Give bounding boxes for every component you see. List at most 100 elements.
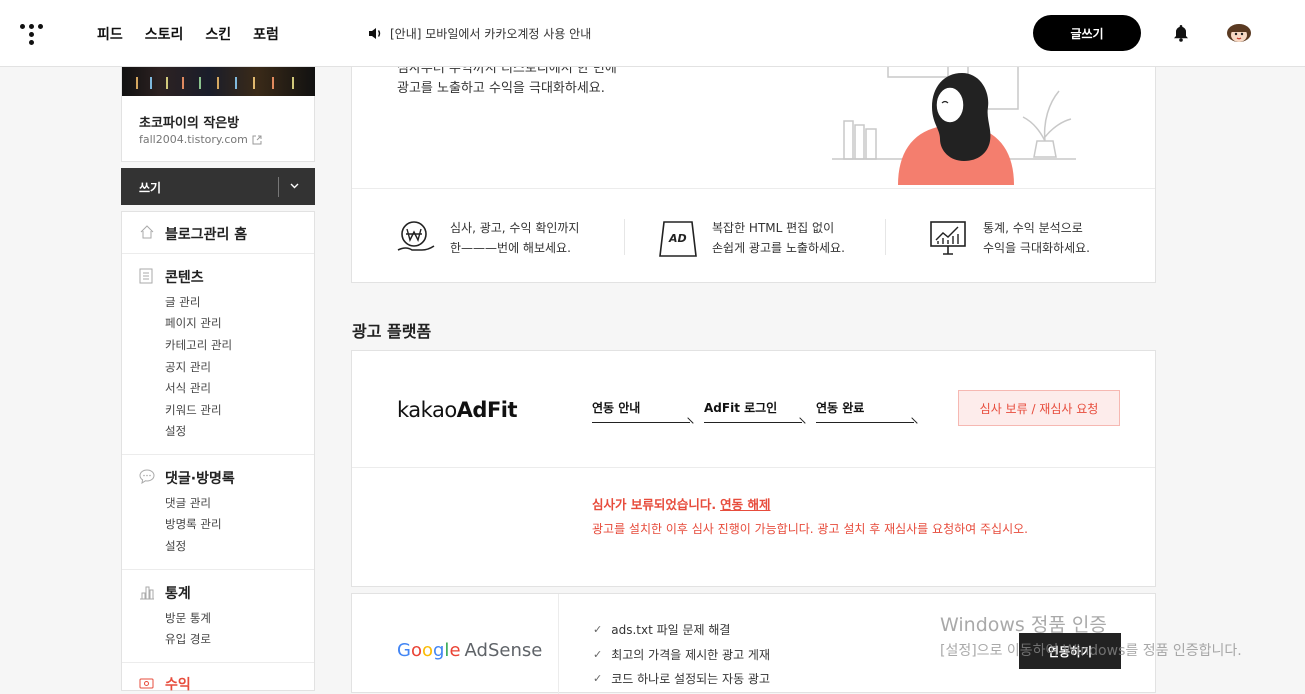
adfit-panel: kakaoAdFit 연동 안내 AdFit 로그인 연동 완료 심사 보류 /… — [351, 350, 1156, 587]
logo-letter: G — [397, 640, 411, 661]
sidebar-item-comments[interactable]: 댓글 관리 — [165, 495, 211, 511]
feature-line: 복잡한 HTML 편집 없이 — [712, 221, 835, 235]
google-adsense-logo: Google AdSense — [397, 640, 542, 661]
hold-status-text: 심사가 보류되었습니다. — [592, 497, 717, 512]
feature-item: AD 복잡한 HTML 편집 없이 손쉽게 광고를 노출하세요. — [658, 189, 888, 283]
logo-text-light: kakao — [397, 398, 457, 422]
feature-check-item: ✓ 최고의 가격을 제시한 광고 게재 — [593, 646, 770, 663]
feature-row: 심사, 광고, 수익 확인까지 한———번에 해보세요. AD 복잡한 HTML… — [352, 188, 1155, 282]
feature-item: 통계, 수익 분석으로 수익을 극대화하세요. — [929, 189, 1149, 283]
divider — [624, 219, 625, 255]
feature-text: 심사, 광고, 수익 확인까지 한———번에 해보세요. — [450, 218, 579, 258]
feature-line: 수익을 극대화하세요. — [983, 241, 1090, 255]
step-login[interactable]: AdFit 로그인 — [704, 399, 806, 429]
sidebar-item-pages[interactable]: 페이지 관리 — [165, 315, 222, 331]
step-label: 연동 안내 — [592, 401, 641, 415]
sidebar-section-title[interactable]: 콘텐츠 — [165, 267, 204, 287]
sidebar-section-revenue: 수익 — [122, 664, 314, 694]
unlink-link[interactable]: 연동 해제 — [720, 497, 770, 512]
hold-status: 심사가 보류되었습니다. 연동 해제 — [592, 494, 770, 513]
revenue-intro-card: 심사부터 수익까지 티스토리에서 한 번에 광고를 노출하고 수익을 극대화하세… — [351, 61, 1156, 283]
blog-cover-image — [122, 67, 315, 96]
blog-url: fall2004.tistory.com — [139, 133, 248, 146]
hold-description: 광고를 설치한 이후 심사 진행이 가능합니다. 광고 설치 후 재심사를 요청… — [592, 522, 1028, 536]
blog-card: 초코파이의 작은방 fall2004.tistory.com — [121, 67, 315, 162]
logo-letter: g — [432, 640, 445, 661]
adsense-panel: Google AdSense ✓ ads.txt 파일 문제 해결 ✓ 최고의 가격을… — [351, 593, 1156, 694]
step-label: AdFit 로그인 — [704, 401, 778, 415]
feature-line: 손쉽게 광고를 노출하세요. — [712, 241, 845, 255]
bell-icon[interactable] — [1173, 24, 1189, 42]
notice-text: [안내] 모바일에서 카카오계정 사용 안내 — [390, 27, 592, 41]
sidebar-write-button[interactable]: 쓰기 — [121, 168, 315, 205]
sidebar-item-visit-stats[interactable]: 방문 통계 — [165, 610, 211, 626]
arrow-right-icon — [682, 417, 694, 429]
check-text: ads.txt 파일 문제 해결 — [611, 623, 731, 637]
step-label: 연동 완료 — [816, 401, 865, 415]
feature-check-item: ✓ 코드 하나로 설정되는 자동 광고 — [593, 670, 770, 687]
sidebar-item-home[interactable]: 블로그관리 홈 — [122, 212, 314, 254]
speech-bubble-icon — [139, 469, 155, 484]
sidebar-item-keywords[interactable]: 키워드 관리 — [165, 402, 222, 418]
nav-story[interactable]: 스토리 — [145, 24, 184, 44]
sidebar-section-title[interactable]: 통계 — [165, 583, 191, 603]
won-hand-icon — [397, 221, 435, 251]
sidebar-section-comments: 댓글·방명록 댓글 관리 방명록 관리 설정 — [122, 456, 314, 570]
top-bar: 피드 스토리 스킨 포럼 [안내] 모바일에서 카카오계정 사용 안내 글쓰기 — [0, 0, 1305, 67]
sidebar-item-comment-settings[interactable]: 설정 — [165, 538, 186, 554]
logo-letter: e — [449, 640, 461, 661]
sidebar-item-posts[interactable]: 글 관리 — [165, 294, 200, 310]
notice-link[interactable]: [안내] 모바일에서 카카오계정 사용 안내 — [368, 25, 591, 42]
nav-skin[interactable]: 스킨 — [205, 24, 231, 44]
feature-line: 한———번에 해보세요. — [450, 241, 571, 255]
logo-text-bold: AdFit — [456, 398, 518, 422]
blog-name[interactable]: 초코파이의 작은방 — [139, 112, 239, 131]
page-title: 광고 플랫폼 — [352, 322, 432, 341]
rereview-request-button[interactable]: 심사 보류 / 재심사 요청 — [958, 390, 1120, 426]
sidebar-item-notices[interactable]: 공지 관리 — [165, 359, 211, 375]
feature-line: 심사, 광고, 수익 확인까지 — [450, 221, 580, 235]
sidebar-item-content-settings[interactable]: 설정 — [165, 423, 186, 439]
sidebar-section-title[interactable]: 수익 — [165, 674, 191, 694]
sidebar-item-categories[interactable]: 카테고리 관리 — [165, 337, 232, 353]
logo-product: AdSense — [464, 640, 543, 661]
checkmark-icon: ✓ — [593, 623, 603, 636]
sidebar-section-title[interactable]: 댓글·방명록 — [165, 468, 235, 488]
external-link-icon — [252, 135, 262, 144]
check-text: 코드 하나로 설정되는 자동 광고 — [611, 672, 770, 686]
divider — [278, 177, 279, 197]
sidebar-item-referrers[interactable]: 유입 경로 — [165, 631, 211, 647]
tistory-logo[interactable] — [20, 22, 44, 46]
sidebar-menu: 블로그관리 홈 콘텐츠 글 관리 페이지 관리 카테고리 관리 공지 관리 서식… — [121, 211, 315, 694]
nav-forum[interactable]: 포럼 — [253, 24, 279, 44]
checkmark-icon: ✓ — [593, 648, 603, 661]
logo-letter: o — [421, 640, 433, 661]
bar-chart-icon — [140, 586, 154, 600]
avatar[interactable] — [1226, 22, 1252, 44]
woman-illustration — [832, 67, 1076, 185]
sidebar-item-templates[interactable]: 서식 관리 — [165, 380, 211, 396]
nav-feed[interactable]: 피드 — [97, 24, 123, 44]
feature-line: 통계, 수익 분석으로 — [983, 221, 1083, 235]
money-icon — [139, 678, 154, 689]
step-done[interactable]: 연동 완료 — [816, 399, 918, 429]
document-icon — [139, 268, 153, 284]
sidebar-item-guestbook[interactable]: 방명록 관리 — [165, 516, 222, 532]
home-icon — [140, 225, 154, 239]
chevron-down-icon[interactable] — [289, 180, 300, 191]
feature-text: 복잡한 HTML 편집 없이 손쉽게 광고를 노출하세요. — [712, 218, 845, 258]
divider — [352, 467, 1155, 468]
check-text: 최고의 가격을 제시한 광고 게재 — [611, 648, 770, 662]
divider — [558, 594, 559, 694]
sidebar-home-label: 블로그관리 홈 — [165, 227, 248, 243]
main-nav: 피드 스토리 스킨 포럼 — [97, 24, 279, 44]
speaker-icon — [369, 28, 381, 39]
svg-text:AD: AD — [668, 232, 687, 245]
step-guide[interactable]: 연동 안내 — [592, 399, 694, 429]
adsense-connect-button[interactable]: 연동하기 — [1019, 633, 1121, 669]
feature-text: 통계, 수익 분석으로 수익을 극대화하세요. — [983, 218, 1090, 258]
blog-url-link[interactable]: fall2004.tistory.com — [139, 133, 262, 146]
sidebar-section-stats: 통계 방문 통계 유입 경로 — [122, 571, 314, 663]
analytics-monitor-icon — [930, 221, 966, 255]
write-post-button[interactable]: 글쓰기 — [1033, 15, 1141, 51]
